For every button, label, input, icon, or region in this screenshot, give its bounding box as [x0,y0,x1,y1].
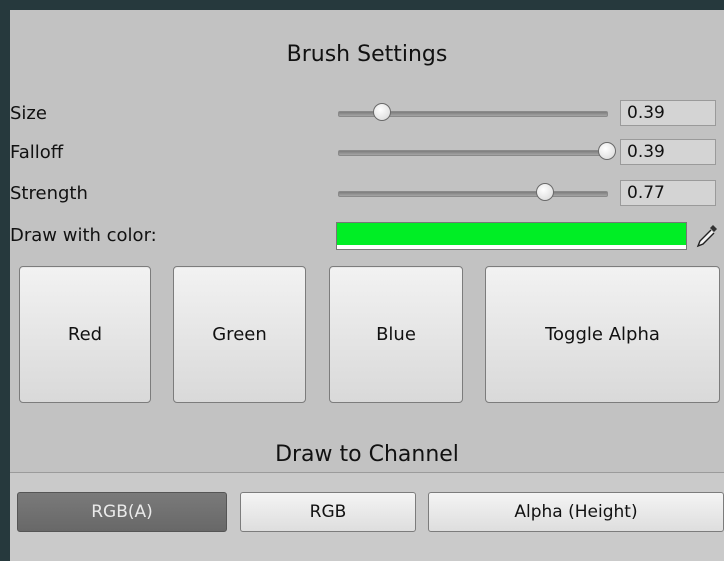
color-swatch[interactable] [336,222,687,250]
size-value-field[interactable]: 0.39 [620,100,716,126]
falloff-value-field[interactable]: 0.39 [620,139,716,165]
strength-slider-knob[interactable] [536,183,555,201]
green-button[interactable]: Green [173,266,306,403]
draw-to-channel-title: Draw to Channel [275,442,459,467]
eyedropper-icon[interactable] [694,222,720,250]
falloff-slider-knob[interactable] [598,142,616,160]
alpha-strip [337,245,686,249]
falloff-slider[interactable] [338,142,616,160]
red-button[interactable]: Red [19,266,151,403]
brush-settings-panel: Brush Settings Size 0.39 Falloff 0.39 St… [10,10,724,561]
brush-settings-title: Brush Settings [286,42,448,67]
draw-color-label: Draw with color: [10,225,157,246]
size-slider-knob[interactable] [372,103,391,121]
strength-label: Strength [10,183,88,204]
strength-slider[interactable] [338,183,608,201]
toggle-alpha-button[interactable]: Toggle Alpha [485,266,720,403]
blue-button[interactable]: Blue [329,266,463,403]
strength-value-field[interactable]: 0.77 [620,180,716,206]
tab-rgb[interactable]: RGB [240,492,416,532]
size-slider[interactable] [338,103,608,121]
tab-alpha-height[interactable]: Alpha (Height) [428,492,724,532]
tab-rgba[interactable]: RGB(A) [17,492,227,532]
size-label: Size [10,103,47,124]
falloff-label: Falloff [10,142,64,163]
